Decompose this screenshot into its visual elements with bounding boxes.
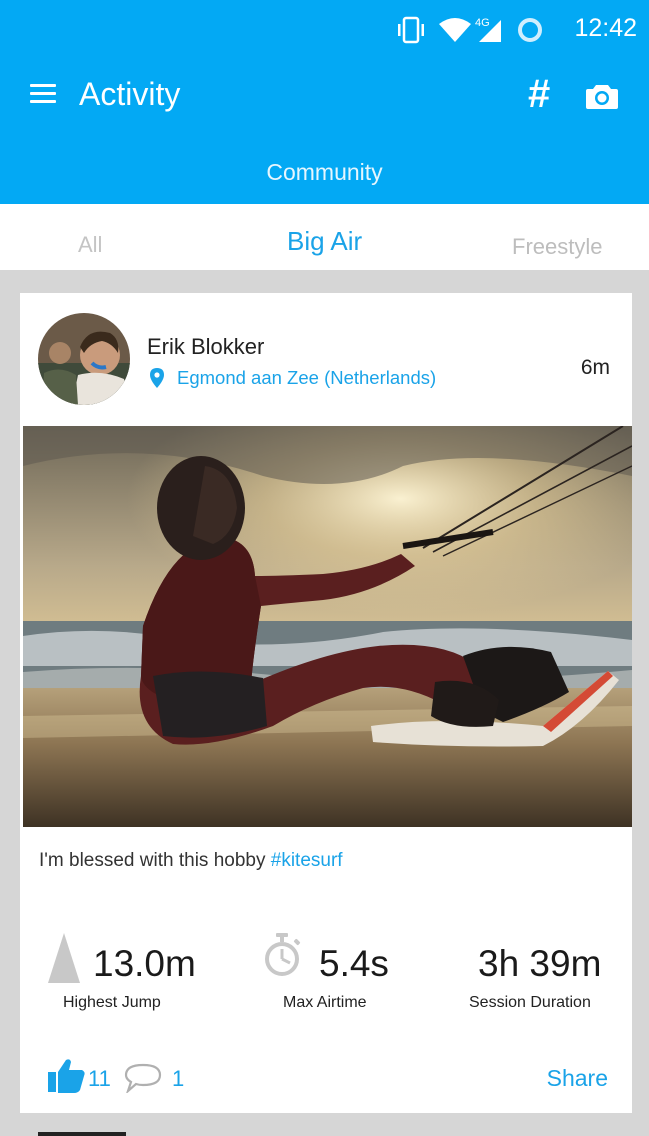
menu-icon[interactable] — [30, 82, 56, 106]
highest-jump-value: 13.0m — [93, 943, 196, 984]
like-count: 11 — [88, 1066, 111, 1091]
page-title: Activity — [79, 76, 181, 112]
max-airtime-value: 5.4s — [319, 943, 389, 984]
community-label: Community — [266, 159, 383, 185]
app-bar: Activity # — [0, 60, 649, 134]
tabs-fade-overlay — [599, 204, 649, 270]
post-photo[interactable] — [23, 426, 632, 827]
tab-freestyle[interactable]: Freestyle — [512, 234, 602, 260]
caption-hashtag[interactable]: #kitesurf — [271, 850, 343, 871]
comment-icon[interactable] — [124, 1063, 162, 1093]
status-icons: 4G — [398, 16, 542, 44]
community-header: Community — [0, 134, 649, 204]
status-time: 12:42 — [574, 14, 637, 42]
status-bar: 4G 12:42 — [0, 0, 649, 60]
stopwatch-icon — [265, 933, 301, 976]
session-duration-label: Session Duration — [469, 994, 591, 1011]
camera-icon[interactable] — [585, 82, 619, 110]
max-airtime-label: Max Airtime — [283, 994, 367, 1011]
menu-icon-line — [30, 84, 56, 87]
cellular-signal-icon: 4G — [475, 17, 501, 42]
author-name[interactable]: Erik Blokker — [147, 334, 264, 360]
location-text: Egmond aan Zee (Netherlands) — [177, 367, 437, 388]
tab-big-air[interactable]: Big Air — [287, 226, 362, 257]
activity-card: Erik Blokker Egmond aan Zee (Netherlands… — [20, 293, 632, 1113]
share-button[interactable]: Share — [547, 1065, 608, 1092]
discipline-tabs: All Big Air Freestyle — [0, 204, 649, 270]
highest-jump-label: Highest Jump — [63, 994, 161, 1011]
like-thumb-icon[interactable] — [46, 1058, 86, 1094]
hashtag-icon[interactable]: # — [528, 74, 550, 114]
location-pin-icon — [150, 368, 164, 388]
comment-count: 1 — [172, 1066, 185, 1091]
post-location[interactable]: Egmond aan Zee (Netherlands) — [150, 367, 436, 389]
menu-icon-line — [30, 100, 56, 103]
tab-all[interactable]: All — [78, 232, 102, 258]
menu-icon-line — [30, 92, 56, 95]
caption-text: I'm blessed with this hobby — [39, 850, 271, 871]
post-caption: I'm blessed with this hobby #kitesurf — [39, 850, 343, 872]
data-saver-icon — [518, 18, 542, 42]
vibrate-icon — [398, 16, 424, 44]
wifi-icon — [439, 18, 471, 42]
jump-height-icon — [48, 933, 80, 983]
avatar[interactable] — [38, 313, 130, 405]
post-time: 6m — [580, 356, 610, 379]
session-duration-value: 3h 39m — [478, 943, 602, 984]
next-card-edge — [38, 1132, 126, 1136]
network-type-label: 4G — [475, 17, 490, 29]
